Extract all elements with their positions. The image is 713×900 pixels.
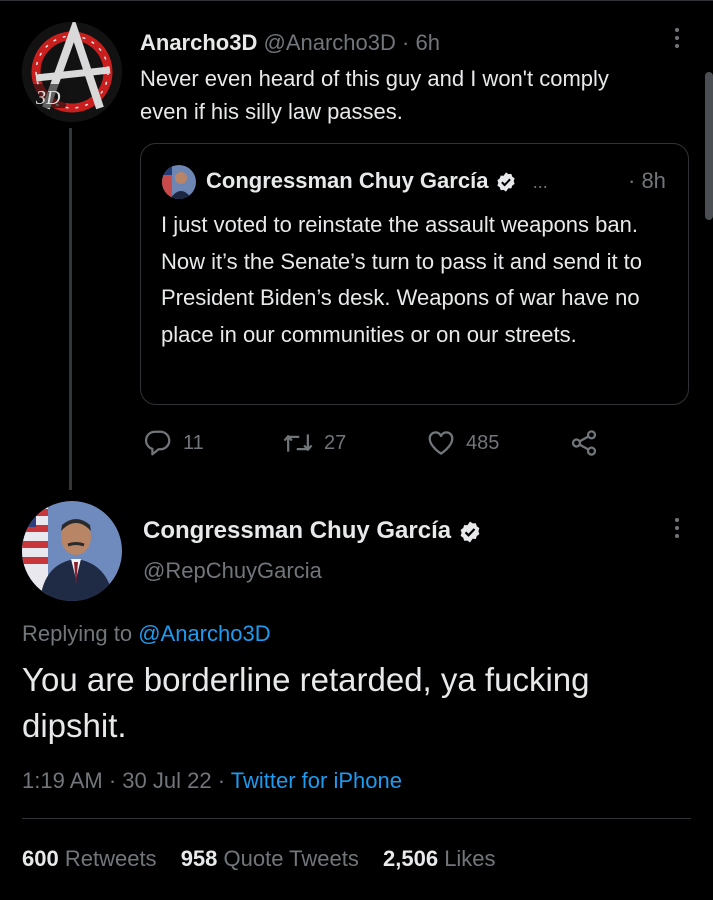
heart-icon (428, 431, 454, 455)
replying-to-link[interactable]: @Anarcho3D (138, 621, 270, 646)
quoted-header: Congressman Chuy García ... (206, 168, 548, 194)
tweet-date[interactable]: 30 Jul 22 (122, 768, 211, 793)
tweet-stats: 600 Retweets 958 Quote Tweets 2,506 Like… (22, 846, 514, 872)
action-bar: 11 27 485 (0, 425, 713, 461)
tweet-meta: 1:19 AM · 30 Jul 22 · Twitter for iPhone (22, 768, 402, 794)
avatar-3d-label: 3D (35, 87, 61, 109)
reply-time[interactable]: 6h (415, 30, 439, 55)
quotes-label: Quote Tweets (223, 846, 359, 871)
chuy-garcia-avatar[interactable] (22, 501, 122, 601)
chuy-portrait-icon (22, 501, 122, 601)
main-display-name[interactable]: Congressman Chuy García (143, 517, 451, 544)
retweets-count: 600 (22, 846, 59, 871)
replying-to-line: Replying to @Anarcho3D (22, 621, 271, 647)
main-tweet-text: You are borderline retarded, ya fucking … (22, 661, 590, 744)
quoted-avatar (162, 165, 196, 199)
tweet-source[interactable]: Twitter for iPhone (231, 768, 402, 793)
replying-prefix: Replying to (22, 621, 133, 646)
meta-dot-2: · (217, 768, 226, 793)
reply-separator: · (402, 30, 410, 55)
main-more-icon[interactable] (667, 518, 687, 538)
retweets-stat[interactable]: 600 Retweets (22, 846, 175, 871)
retweets-label: Retweets (64, 846, 157, 871)
stats-divider (22, 818, 691, 819)
reply-more-icon[interactable] (667, 28, 687, 48)
quoted-text: I just voted to reinstate the assault we… (161, 212, 643, 347)
reply-action[interactable]: 11 (143, 428, 204, 458)
quoted-display-name[interactable]: Congressman Chuy García (206, 168, 488, 193)
quotes-stat[interactable]: 958 Quote Tweets (181, 846, 377, 871)
like-count: 485 (466, 431, 500, 454)
anarcho3d-avatar[interactable]: 3D (22, 22, 122, 122)
likes-stat[interactable]: 2,506 Likes (383, 846, 514, 871)
quoted-avatar-portrait-icon (162, 165, 196, 199)
likes-label: Likes (444, 846, 496, 871)
main-header: Congressman Chuy García (143, 517, 482, 545)
retweet-count: 27 (324, 431, 347, 454)
share-action[interactable] (568, 428, 600, 458)
reply-display-name[interactable]: Anarcho3D (140, 30, 257, 55)
retweet-icon (283, 434, 313, 452)
verified-badge-icon (460, 521, 480, 543)
quotes-count: 958 (180, 846, 218, 871)
anarchy-logo-icon: 3D (22, 22, 122, 122)
like-action[interactable]: 485 (426, 428, 499, 458)
reply-header: Anarcho3D @Anarcho3D · 6h (140, 30, 440, 56)
reply-handle[interactable]: @Anarcho3D (263, 30, 395, 55)
likes-count: 2,506 (383, 846, 439, 871)
reply-icon (144, 430, 171, 456)
top-divider (0, 0, 713, 1)
meta-dot-1: · (108, 768, 117, 793)
share-icon (571, 430, 597, 456)
retweet-action[interactable]: 27 (282, 428, 346, 458)
quoted-time[interactable]: · 8h (628, 168, 666, 194)
quoted-ellipsis: ... (532, 172, 548, 192)
reply-text: Never even heard of this guy and I won't… (140, 66, 609, 124)
scrollbar[interactable] (705, 72, 713, 220)
verified-badge-icon (496, 172, 515, 192)
main-handle[interactable]: @RepChuyGarcia (143, 558, 322, 584)
tweet-time[interactable]: 1:19 AM (22, 768, 103, 793)
reply-count: 11 (183, 431, 204, 454)
